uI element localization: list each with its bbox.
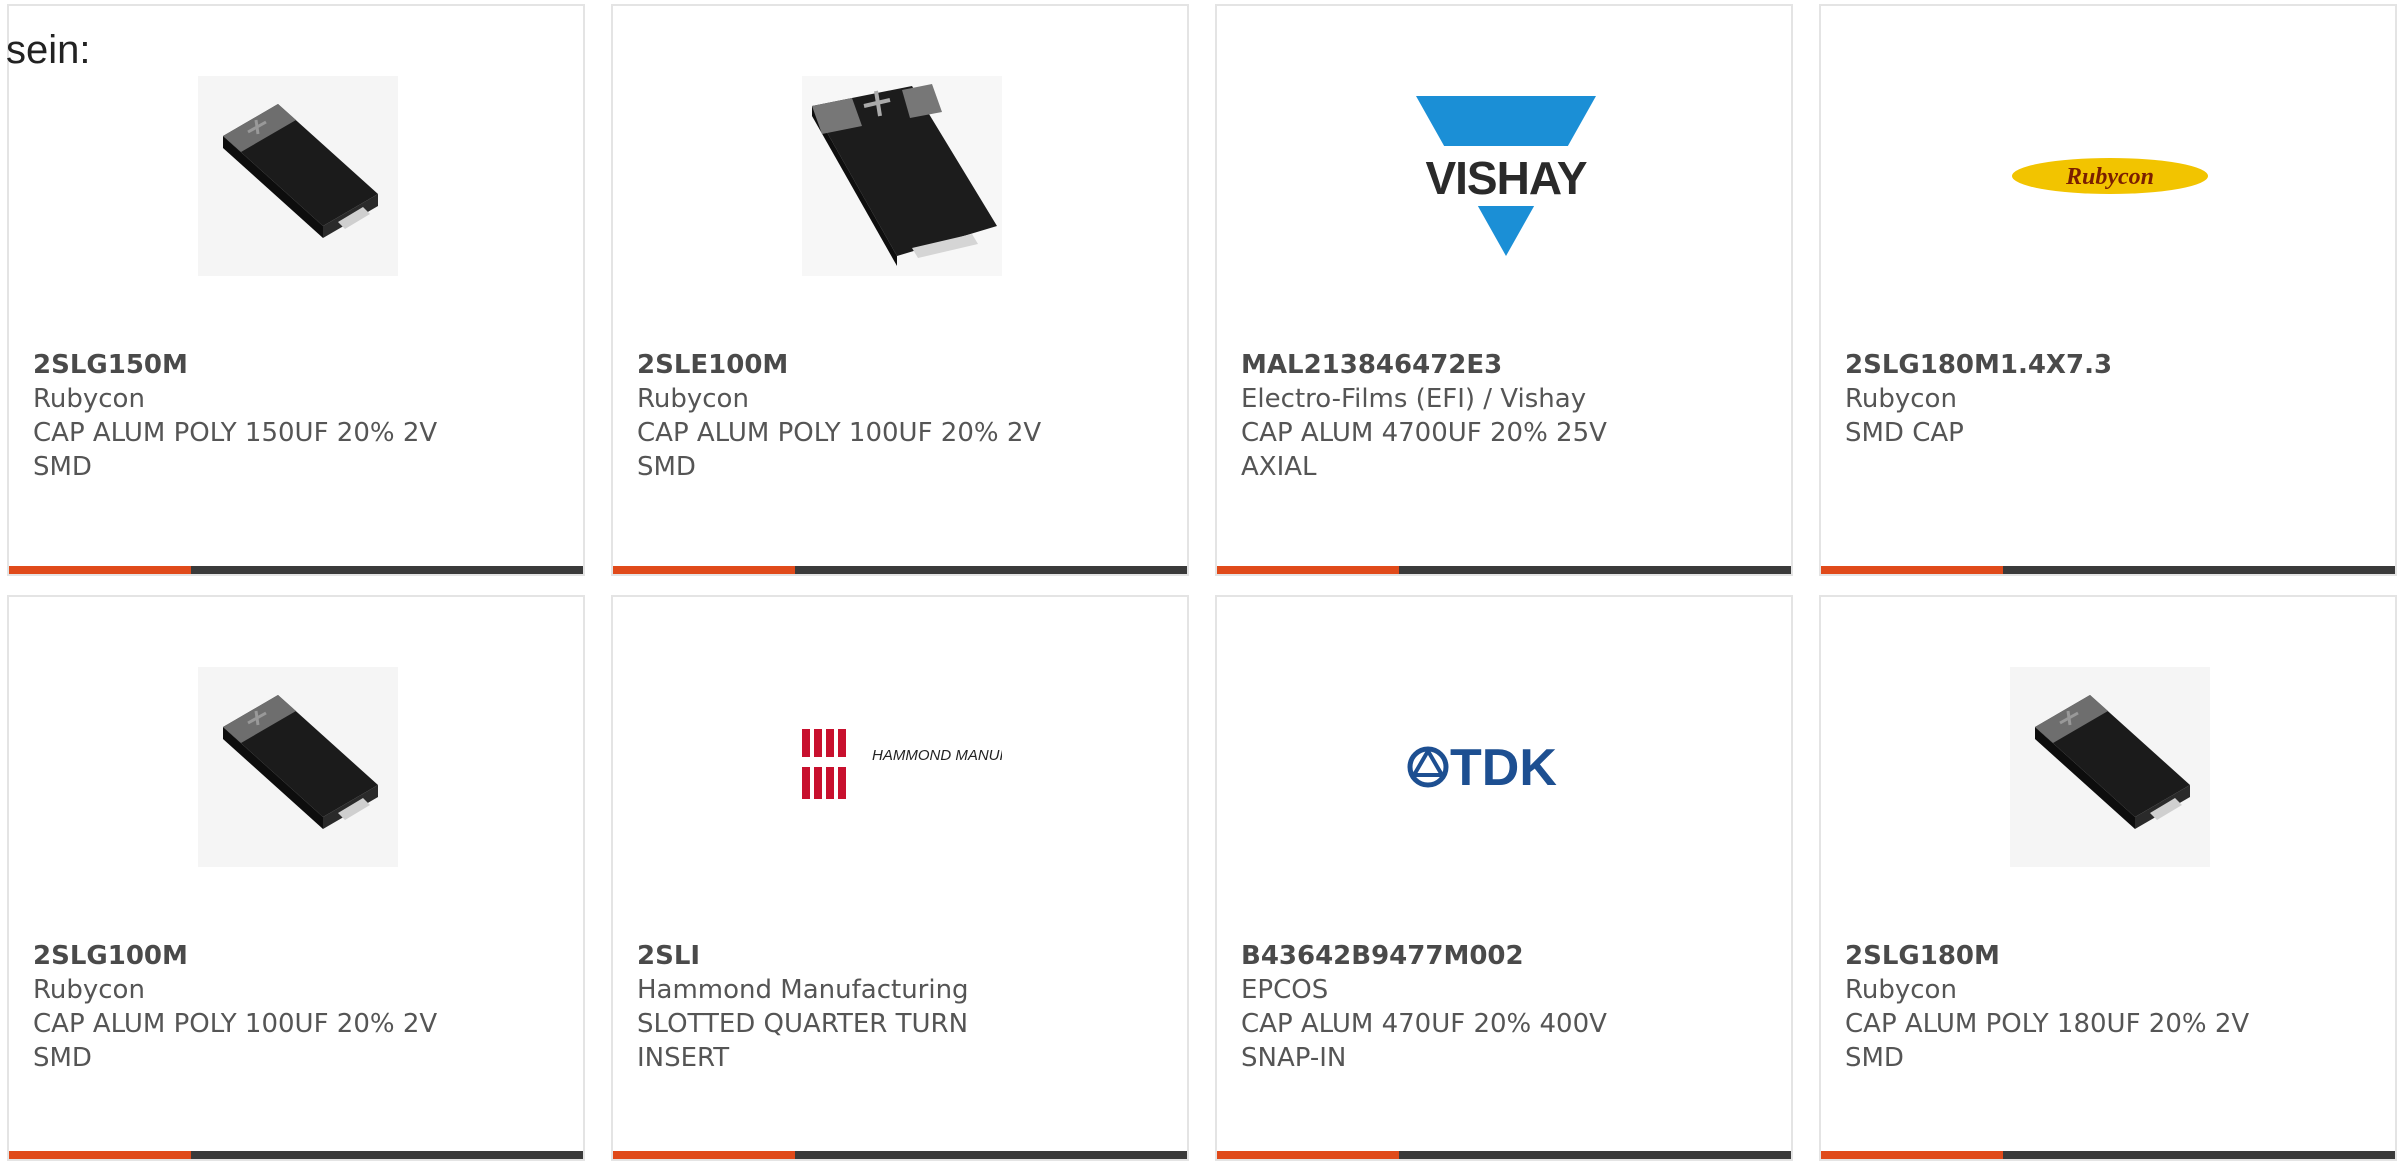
product-card[interactable]: Rubycon 2SLG180M1.4X7.3 Rubycon SMD CAP	[1819, 4, 2397, 576]
card-bar	[9, 1151, 583, 1159]
product-card[interactable]: 2SLG150M Rubycon CAP ALUM POLY 150UF 20%…	[7, 4, 585, 576]
card-bar-accent	[1821, 1151, 2003, 1159]
card-bar	[613, 566, 1187, 574]
product-card[interactable]: TDK B43642B9477M002 EPCOS CAP ALUM 470UF…	[1215, 595, 1793, 1161]
product-image[interactable]: TDK	[1406, 667, 1606, 867]
part-number[interactable]: 2SLG180M1.4X7.3	[1845, 348, 2375, 382]
card-bar-accent	[613, 1151, 795, 1159]
card-bar	[9, 566, 583, 574]
part-number[interactable]: MAL213846472E3	[1241, 348, 1771, 382]
description: CAP ALUM POLY 100UF 20% 2V SMD	[637, 418, 1042, 482]
smd-capacitor-icon	[198, 76, 398, 276]
product-image[interactable]	[802, 76, 1002, 276]
product-image[interactable]	[2010, 667, 2210, 867]
vishay-logo: VISHAY	[1406, 96, 1606, 256]
intro-text: sein:	[6, 28, 91, 72]
product-image[interactable]: Rubycon	[2010, 76, 2210, 276]
product-image[interactable]: VISHAY	[1406, 76, 1606, 276]
manufacturer: Rubycon	[1845, 975, 1957, 1005]
card-bar	[1217, 1151, 1791, 1159]
svg-text:HAMMOND MANUFACTURING: HAMMOND MANUFACTURING	[872, 747, 1002, 764]
product-image[interactable]	[198, 76, 398, 276]
product-card[interactable]: HAMMOND MANUFACTURING 2SLI Hammond Manuf…	[611, 595, 1189, 1161]
card-bar	[613, 1151, 1187, 1159]
product-card[interactable]: 2SLG100M Rubycon CAP ALUM POLY 100UF 20%…	[7, 595, 585, 1161]
card-bar-accent	[1217, 1151, 1399, 1159]
manufacturer: Hammond Manufacturing	[637, 975, 969, 1005]
manufacturer: Electro-Films (EFI) / Vishay	[1241, 384, 1587, 414]
description: CAP ALUM POLY 150UF 20% 2V SMD	[33, 418, 438, 482]
manufacturer: Rubycon	[637, 384, 749, 414]
smd-capacitor-icon	[802, 76, 1002, 276]
smd-capacitor-icon	[198, 667, 398, 867]
card-bar	[1821, 566, 2395, 574]
svg-text:Rubycon: Rubycon	[2065, 164, 2154, 190]
card-bar	[1821, 1151, 2395, 1159]
part-number[interactable]: 2SLG150M	[33, 348, 563, 382]
description: CAP ALUM POLY 100UF 20% 2V SMD	[33, 1009, 438, 1073]
part-number[interactable]: B43642B9477M002	[1241, 939, 1771, 973]
part-number[interactable]: 2SLG100M	[33, 939, 563, 973]
card-bar-accent	[1217, 566, 1399, 574]
product-image[interactable]	[198, 667, 398, 867]
svg-text:VISHAY: VISHAY	[1425, 152, 1586, 204]
product-card[interactable]: VISHAY MAL213846472E3 Electro-Films (EFI…	[1215, 4, 1793, 576]
manufacturer: EPCOS	[1241, 975, 1329, 1005]
part-number[interactable]: 2SLG180M	[1845, 939, 2375, 973]
description: CAP ALUM POLY 180UF 20% 2V SMD	[1845, 1009, 2250, 1073]
card-bar	[1217, 566, 1791, 574]
product-card[interactable]: 2SLG180M Rubycon CAP ALUM POLY 180UF 20%…	[1819, 595, 2397, 1161]
svg-text:TDK: TDK	[1450, 739, 1557, 797]
tdk-logo: TDK	[1407, 739, 1557, 797]
manufacturer: Rubycon	[33, 384, 145, 414]
description: CAP ALUM 470UF 20% 400V SNAP-IN	[1241, 1009, 1607, 1073]
manufacturer: Rubycon	[33, 975, 145, 1005]
hammond-logo: HAMMOND MANUFACTURING	[802, 729, 1002, 799]
description: CAP ALUM 4700UF 20% 25V AXIAL	[1241, 418, 1607, 482]
product-image[interactable]: HAMMOND MANUFACTURING	[802, 667, 1002, 867]
card-bar-accent	[1821, 566, 2003, 574]
card-bar-accent	[9, 566, 191, 574]
part-number[interactable]: 2SLI	[637, 939, 1167, 973]
description: SLOTTED QUARTER TURN INSERT	[637, 1009, 969, 1073]
product-card[interactable]: 2SLE100M Rubycon CAP ALUM POLY 100UF 20%…	[611, 4, 1189, 576]
rubycon-logo: Rubycon	[2012, 158, 2208, 194]
description: SMD CAP	[1845, 418, 1964, 448]
part-number[interactable]: 2SLE100M	[637, 348, 1167, 382]
smd-capacitor-icon	[2010, 667, 2210, 867]
card-bar-accent	[613, 566, 795, 574]
manufacturer: Rubycon	[1845, 384, 1957, 414]
card-bar-accent	[9, 1151, 191, 1159]
